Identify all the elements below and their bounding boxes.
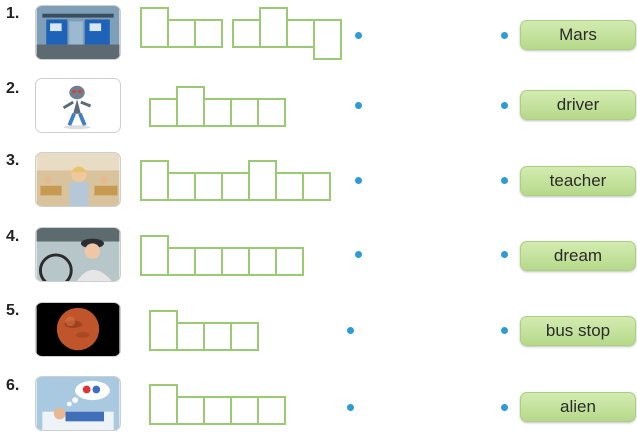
letter-box[interactable] (232, 19, 261, 48)
letter-box[interactable] (257, 98, 286, 127)
letter-box[interactable] (194, 19, 223, 48)
word-card[interactable]: alien (520, 392, 636, 422)
right-match-dot[interactable] (501, 251, 508, 258)
word-card[interactable]: driver (520, 90, 636, 120)
bus-driver-image (35, 227, 121, 282)
letter-box[interactable] (203, 396, 232, 425)
teacher-image (35, 152, 121, 207)
right-match-dot[interactable] (501, 32, 508, 39)
letter-box[interactable] (221, 172, 250, 201)
letter-box[interactable] (230, 396, 259, 425)
left-match-dot[interactable] (347, 404, 354, 411)
letter-box[interactable] (176, 86, 205, 127)
right-match-dot[interactable] (501, 327, 508, 334)
letter-box[interactable] (167, 172, 196, 201)
letter-box[interactable] (140, 7, 169, 48)
letter-boxes-3 (140, 160, 337, 201)
letter-box[interactable] (176, 322, 205, 351)
item-number: 4. (6, 228, 20, 245)
item-number: 6. (6, 377, 20, 394)
letter-boxes-5 (149, 310, 261, 351)
letter-box[interactable] (149, 98, 178, 127)
letter-box[interactable] (230, 322, 259, 351)
left-match-dot[interactable] (347, 327, 354, 334)
letter-boxes-4 (140, 235, 308, 276)
letter-box[interactable] (194, 247, 223, 276)
right-match-dot[interactable] (501, 404, 508, 411)
left-match-dot[interactable] (355, 251, 362, 258)
letter-boxes-6 (149, 384, 289, 425)
letter-box[interactable] (167, 19, 196, 48)
letter-box[interactable] (286, 19, 315, 48)
letter-box[interactable] (257, 396, 286, 425)
dreaming-child-image (35, 376, 121, 431)
left-match-dot[interactable] (355, 102, 362, 109)
letter-box[interactable] (176, 396, 205, 425)
letter-box[interactable] (149, 384, 178, 425)
letter-boxes-2 (149, 86, 289, 127)
item-number: 1. (6, 5, 20, 22)
letter-box[interactable] (302, 172, 331, 201)
letter-boxes-1 (140, 7, 342, 60)
item-number: 5. (6, 302, 20, 319)
bus-stop-image (35, 5, 121, 60)
letter-box[interactable] (259, 7, 288, 48)
item-number: 3. (6, 152, 20, 169)
left-match-dot[interactable] (355, 32, 362, 39)
letter-box[interactable] (203, 322, 232, 351)
word-card[interactable]: bus stop (520, 316, 636, 346)
mars-image (35, 302, 121, 357)
left-match-dot[interactable] (355, 177, 362, 184)
letter-box[interactable] (313, 19, 342, 60)
letter-box[interactable] (167, 247, 196, 276)
letter-box[interactable] (248, 160, 277, 201)
letter-box[interactable] (230, 98, 259, 127)
alien-image (35, 78, 121, 133)
letter-box[interactable] (221, 247, 250, 276)
letter-box[interactable] (203, 98, 232, 127)
right-match-dot[interactable] (501, 177, 508, 184)
right-match-dot[interactable] (501, 102, 508, 109)
letter-box[interactable] (194, 172, 223, 201)
letter-box[interactable] (275, 247, 304, 276)
letter-box[interactable] (248, 247, 277, 276)
letter-box[interactable] (149, 310, 178, 351)
word-card[interactable]: Mars (520, 20, 636, 50)
letter-box[interactable] (140, 235, 169, 276)
item-number: 2. (6, 80, 20, 97)
word-card[interactable]: teacher (520, 166, 636, 196)
letter-box[interactable] (275, 172, 304, 201)
letter-box[interactable] (140, 160, 169, 201)
word-card[interactable]: dream (520, 241, 636, 271)
